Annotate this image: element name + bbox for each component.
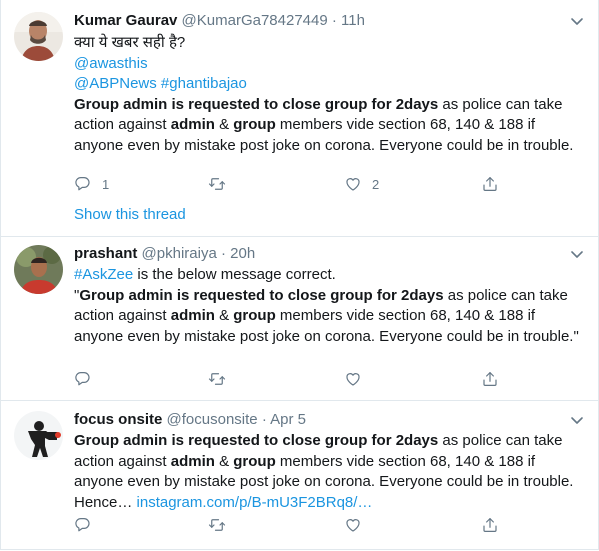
- tweet-header: focus onsite @focusonsite · Apr 5: [74, 410, 306, 430]
- separator-dot: ·: [261, 411, 267, 428]
- heart-icon: [346, 178, 360, 191]
- heart-icon: [346, 373, 360, 386]
- show-thread-link[interactable]: Show this thread: [74, 206, 186, 223]
- tweet-line: @awasthis: [74, 54, 584, 75]
- retweet-icon: [208, 373, 226, 385]
- mention-link[interactable]: @awasthis: [74, 55, 148, 72]
- retweet-icon: [208, 178, 226, 190]
- bold-text: group: [233, 116, 276, 133]
- like-button[interactable]: [344, 516, 362, 534]
- bold-text: admin: [170, 116, 215, 133]
- chevron-down-icon[interactable]: [569, 13, 585, 29]
- bold-text: group: [233, 307, 276, 324]
- tweet-actions: [74, 370, 504, 392]
- username[interactable]: @pkhiraiya: [142, 245, 217, 262]
- separator-dot: ·: [220, 245, 226, 262]
- chevron-down-icon[interactable]: [569, 412, 585, 428]
- avatar[interactable]: [14, 245, 63, 294]
- retweet-icon: [208, 519, 226, 531]
- text-span: &: [214, 307, 234, 324]
- tweet-paragraph: Group admin is requested to close group …: [74, 431, 584, 513]
- share-icon: [483, 518, 497, 532]
- separator-dot: ·: [331, 12, 337, 29]
- bold-text: admin: [170, 307, 215, 324]
- timestamp[interactable]: Apr 5: [270, 411, 306, 428]
- tweet-paragraph: Group admin is requested to close group …: [74, 95, 584, 157]
- tweet-line: @ABPNews #ghantibajao: [74, 74, 584, 95]
- tweet-text: Group admin is requested to close group …: [74, 431, 584, 513]
- tweet-text: #AskZee is the below message correct. "G…: [74, 265, 584, 347]
- hashtag-link[interactable]: #ghantibajao: [161, 75, 247, 92]
- text-span: &: [214, 116, 234, 133]
- reply-icon: [75, 372, 90, 386]
- tweet-2[interactable]: prashant @pkhiraiya · 20h #AskZee is the…: [0, 237, 599, 401]
- display-name[interactable]: focus onsite: [74, 411, 162, 428]
- reply-button[interactable]: [74, 370, 92, 388]
- tweet-actions: [74, 516, 504, 538]
- heart-icon: [346, 519, 360, 532]
- tweet-paragraph: "Group admin is requested to close group…: [74, 286, 584, 348]
- bold-text: Group admin is requested to close group …: [74, 95, 439, 113]
- tweet-text: क्या ये खबर सही है? @awasthis @ABPNews #…: [74, 33, 584, 156]
- reply-button[interactable]: 1: [74, 175, 109, 193]
- tweet-actions: 1 2: [74, 175, 504, 197]
- like-count: 2: [372, 176, 380, 192]
- text-span: is the below message correct.: [133, 266, 336, 283]
- display-name[interactable]: prashant: [74, 245, 137, 262]
- timestamp[interactable]: 20h: [230, 245, 255, 262]
- display-name[interactable]: Kumar Gaurav: [74, 12, 177, 29]
- avatar[interactable]: [14, 411, 63, 460]
- reply-icon: [75, 518, 90, 532]
- retweet-button[interactable]: [208, 370, 226, 388]
- external-link[interactable]: instagram.com/p/B-mU3F2BRq8/…: [137, 494, 373, 511]
- tweet-1[interactable]: Kumar Gaurav @KumarGa78427449 · 11h क्या…: [0, 0, 599, 237]
- chevron-down-icon[interactable]: [569, 246, 585, 262]
- bold-text: group: [233, 452, 276, 470]
- text-span: &: [214, 452, 234, 470]
- tweet-3[interactable]: focus onsite @focusonsite · Apr 5 Group …: [0, 401, 599, 549]
- hashtag-link[interactable]: #AskZee: [74, 266, 133, 283]
- username[interactable]: @focusonsite: [167, 411, 258, 428]
- share-button[interactable]: [481, 516, 499, 534]
- reply-button[interactable]: [74, 516, 92, 534]
- tweet-line: क्या ये खबर सही है?: [74, 33, 584, 54]
- timestamp[interactable]: 11h: [341, 12, 365, 29]
- like-button[interactable]: [344, 370, 362, 388]
- share-icon: [483, 372, 497, 386]
- share-button[interactable]: [481, 175, 499, 193]
- like-button[interactable]: 2: [344, 175, 379, 193]
- bold-text: admin: [170, 452, 215, 470]
- tweet-header: prashant @pkhiraiya · 20h: [74, 244, 255, 264]
- bold-text: Group admin is requested to close group …: [79, 286, 444, 304]
- tweet-header: Kumar Gaurav @KumarGa78427449 · 11h: [74, 11, 365, 31]
- share-icon: [483, 177, 497, 191]
- avatar[interactable]: [14, 12, 63, 61]
- bold-text: Group admin is requested to close group …: [74, 432, 439, 449]
- share-button[interactable]: [481, 370, 499, 388]
- retweet-button[interactable]: [208, 175, 226, 193]
- mention-link[interactable]: @ABPNews: [74, 75, 157, 92]
- text-span: क्या ये खबर सही है?: [74, 34, 186, 51]
- retweet-button[interactable]: [208, 516, 226, 534]
- username[interactable]: @KumarGa78427449: [182, 12, 328, 29]
- tweet-line: #AskZee is the below message correct.: [74, 265, 584, 286]
- reply-count: 1: [102, 176, 110, 192]
- reply-icon: [75, 177, 90, 191]
